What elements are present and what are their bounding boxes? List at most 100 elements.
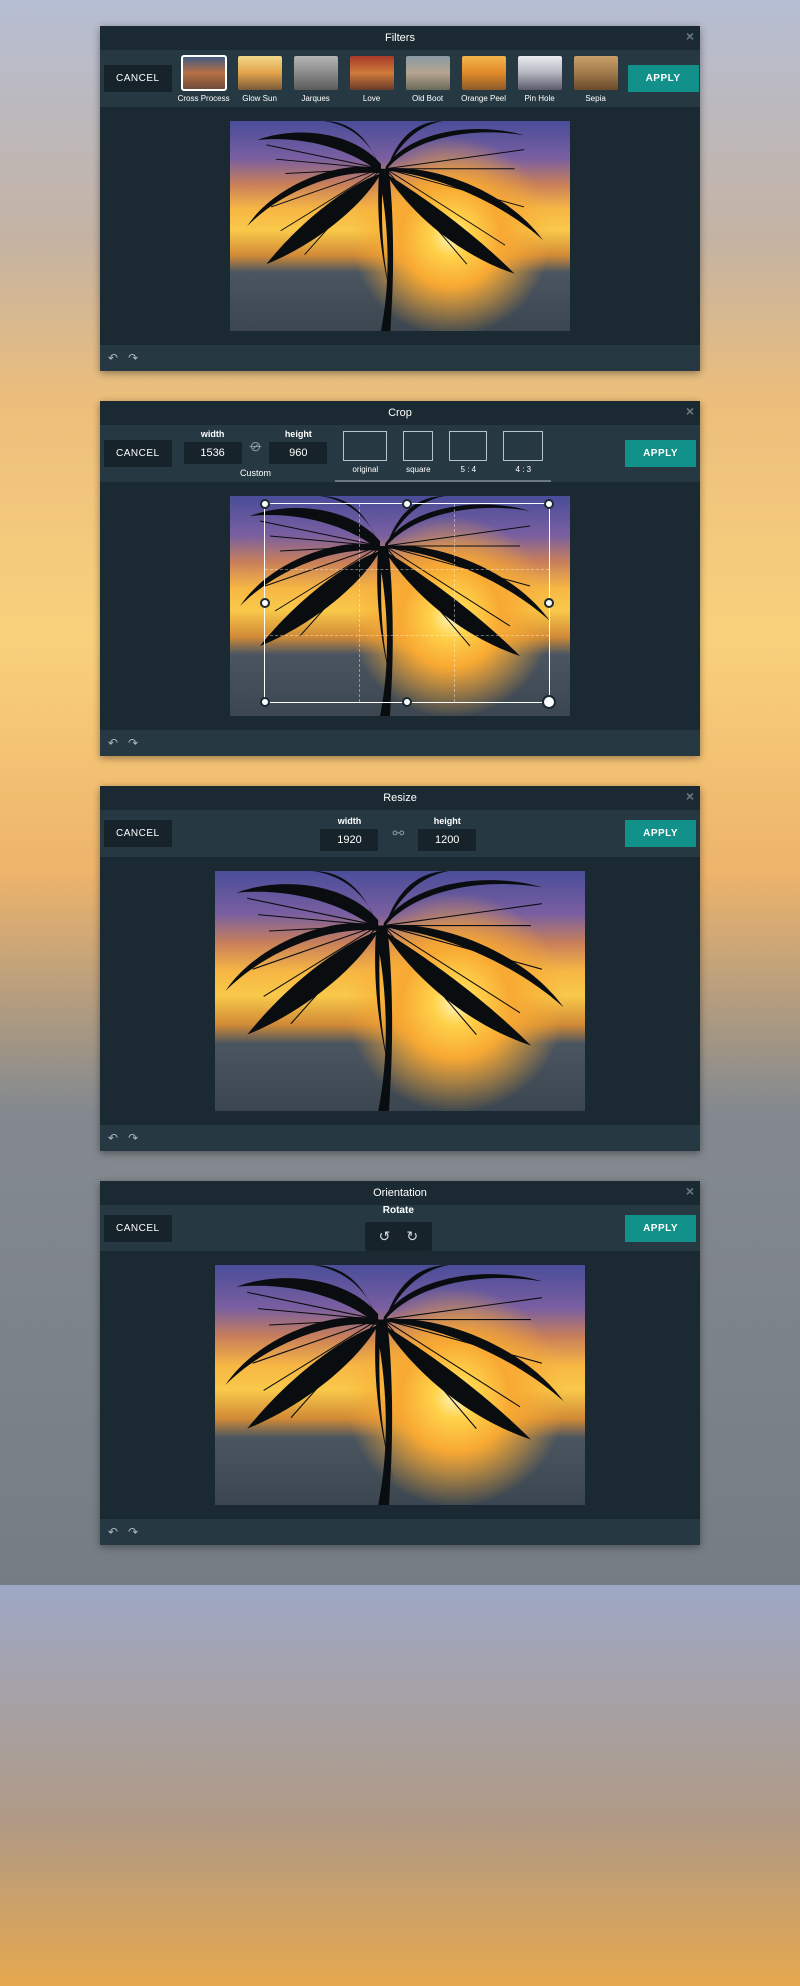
rotate-right-icon[interactable]: ↻ — [398, 1226, 426, 1247]
orientation-panel: Orientation × CANCEL Rotate ↺ ↻ APPLY ↶ … — [100, 1181, 700, 1545]
filter-label: Jarques — [290, 94, 342, 103]
link-aspect-icon[interactable]: ⚯ — [392, 825, 404, 842]
crop-handle-br[interactable] — [542, 695, 556, 709]
filter-pin-hole[interactable]: Pin Hole — [514, 56, 566, 103]
aspect-label: 4 : 3 — [503, 465, 543, 474]
cancel-button[interactable]: CANCEL — [104, 440, 172, 467]
aspect-box-icon — [403, 431, 433, 461]
aspect-label: square — [403, 465, 433, 474]
crop-handle-tl[interactable] — [260, 499, 270, 509]
filter-thumb — [518, 56, 562, 90]
aspect-label: original — [343, 465, 387, 474]
aspect-box-icon — [503, 431, 543, 461]
height-input[interactable] — [269, 442, 327, 464]
crop-handle-mr[interactable] — [544, 598, 554, 608]
footer-bar: ↶ ↷ — [100, 730, 700, 756]
rotate-buttons: ↺ ↻ — [365, 1222, 432, 1251]
height-label: height — [285, 429, 312, 439]
custom-label: Custom — [240, 468, 271, 478]
resize-inputs: width ⚯ height — [320, 810, 476, 857]
aspect-ratio-list[interactable]: original square 5 : 4 4 : 3 — [335, 425, 551, 482]
filter-cross-process[interactable]: Cross Process — [178, 56, 230, 103]
redo-icon[interactable]: ↷ — [128, 1131, 138, 1145]
width-input[interactable] — [184, 442, 242, 464]
filter-label: Cross Process — [178, 94, 230, 103]
filter-label: Orange Peel — [458, 94, 510, 103]
close-icon[interactable]: × — [686, 403, 694, 419]
width-input[interactable] — [320, 829, 378, 851]
footer-bar: ↶ ↷ — [100, 1125, 700, 1151]
undo-icon[interactable]: ↶ — [108, 351, 118, 365]
filter-sepia[interactable]: Sepia — [570, 56, 622, 103]
filter-jarques[interactable]: Jarques — [290, 56, 342, 103]
crop-handle-tr[interactable] — [544, 499, 554, 509]
aspect-label: 5 : 4 — [449, 465, 487, 474]
image-preview[interactable] — [230, 496, 570, 716]
crop-toolbar: CANCEL width ⊘ height Custom original — [100, 425, 700, 482]
apply-button[interactable]: APPLY — [625, 440, 696, 467]
panel-header: Resize × — [100, 786, 700, 810]
crop-handle-ml[interactable] — [260, 598, 270, 608]
height-input[interactable] — [418, 829, 476, 851]
aspect-box-icon — [449, 431, 487, 461]
cancel-button[interactable]: CANCEL — [104, 1215, 172, 1242]
filter-label: Old Boot — [402, 94, 454, 103]
crop-handle-bm[interactable] — [402, 697, 412, 707]
width-label: width — [338, 816, 362, 826]
image-preview — [230, 121, 570, 331]
filters-toolbar: CANCEL Cross Process Glow Sun Jarques Lo… — [100, 50, 700, 107]
redo-icon[interactable]: ↷ — [128, 1525, 138, 1539]
crop-handle-tm[interactable] — [402, 499, 412, 509]
crop-selection[interactable] — [264, 503, 550, 703]
panel-header: Orientation × — [100, 1181, 700, 1205]
undo-icon[interactable]: ↶ — [108, 1525, 118, 1539]
filter-love[interactable]: Love — [346, 56, 398, 103]
cancel-button[interactable]: CANCEL — [104, 65, 172, 92]
filter-label: Glow Sun — [234, 94, 286, 103]
redo-icon[interactable]: ↷ — [128, 351, 138, 365]
undo-icon[interactable]: ↶ — [108, 736, 118, 750]
height-label: height — [434, 816, 461, 826]
filter-glow-sun[interactable]: Glow Sun — [234, 56, 286, 103]
resize-panel: Resize × CANCEL width ⚯ height APPLY ↶ ↷ — [100, 786, 700, 1151]
preview-area — [100, 857, 700, 1111]
preview-area — [100, 482, 700, 716]
filter-thumb — [238, 56, 282, 90]
close-icon[interactable]: × — [686, 788, 694, 804]
panel-header: Filters × — [100, 26, 700, 50]
rotate-block: Rotate ↺ ↻ — [365, 1205, 432, 1251]
filter-label: Pin Hole — [514, 94, 566, 103]
unlink-aspect-icon[interactable]: ⊘ — [250, 438, 262, 455]
filter-thumb — [350, 56, 394, 90]
apply-button[interactable]: APPLY — [625, 820, 696, 847]
apply-button[interactable]: APPLY — [625, 1215, 696, 1242]
aspect-box-icon — [343, 431, 387, 461]
aspect-4-3[interactable]: 4 : 3 — [503, 431, 543, 474]
redo-icon[interactable]: ↷ — [128, 736, 138, 750]
panel-title: Resize — [383, 792, 417, 804]
undo-icon[interactable]: ↶ — [108, 1131, 118, 1145]
orientation-toolbar: CANCEL Rotate ↺ ↻ APPLY — [100, 1205, 700, 1251]
filter-label: Love — [346, 94, 398, 103]
filter-thumb — [294, 56, 338, 90]
filter-label: Sepia — [570, 94, 622, 103]
cancel-button[interactable]: CANCEL — [104, 820, 172, 847]
close-icon[interactable]: × — [686, 1183, 694, 1199]
close-icon[interactable]: × — [686, 28, 694, 44]
aspect-5-4[interactable]: 5 : 4 — [449, 431, 487, 474]
footer-bar: ↶ ↷ — [100, 1519, 700, 1545]
image-preview — [215, 871, 585, 1111]
crop-handle-bl[interactable] — [260, 697, 270, 707]
filter-old-boot[interactable]: Old Boot — [402, 56, 454, 103]
preview-area — [100, 107, 700, 331]
apply-button[interactable]: APPLY — [628, 65, 699, 92]
filter-thumb — [462, 56, 506, 90]
rotate-left-icon[interactable]: ↺ — [371, 1226, 399, 1247]
preview-area — [100, 1251, 700, 1505]
aspect-original[interactable]: original — [343, 431, 387, 474]
filter-orange-peel[interactable]: Orange Peel — [458, 56, 510, 103]
filter-thumb — [574, 56, 618, 90]
image-preview — [215, 1265, 585, 1505]
aspect-square[interactable]: square — [403, 431, 433, 474]
filter-thumb — [182, 56, 226, 90]
